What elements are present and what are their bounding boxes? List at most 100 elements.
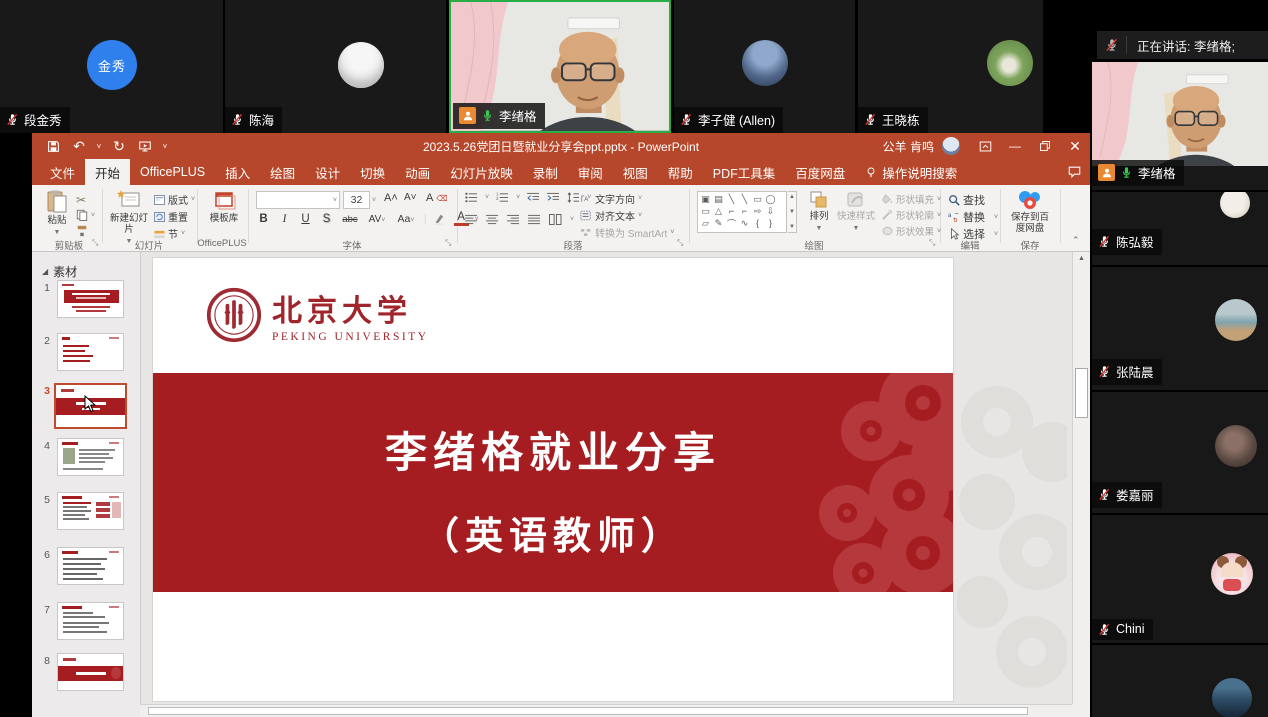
grow-font-button[interactable]: A˄ [384, 192, 398, 204]
italic-button[interactable]: I [277, 213, 292, 225]
video-tile[interactable]: 王晓栋 [858, 0, 1043, 133]
shape-fill-button[interactable]: 形状填充˅ [882, 192, 941, 206]
decrease-indent-button[interactable] [527, 192, 540, 203]
tell-me-search[interactable]: 操作说明搜索 [855, 159, 967, 185]
change-case-button[interactable]: Aa˅ [394, 213, 418, 225]
tab-home[interactable]: 开始 [85, 159, 130, 185]
comments-icon[interactable] [1067, 159, 1082, 185]
account-name[interactable]: 公羊 肯鸣 [883, 138, 934, 155]
shape-gallery[interactable]: ▣▤╲╲▭◯ ▭△⌐⌐⇨⇩ ▱✎⌒∿{} [697, 191, 787, 233]
scrollbar-thumb[interactable] [148, 707, 1028, 715]
video-tile-active-speaker[interactable]: 李绪格 [449, 0, 671, 133]
underline-button[interactable]: U [298, 213, 313, 225]
sidebar-video-tile[interactable]: Chini [1092, 515, 1268, 643]
align-text-button[interactable]: 对齐文本˅ [580, 208, 642, 223]
paste-button[interactable]: 粘贴 ▼ [40, 190, 74, 237]
save-to-baidu-button[interactable]: 保存到百度网盘 [1008, 189, 1052, 235]
font-size-input[interactable]: 32 [343, 191, 370, 209]
columns-button[interactable] [549, 214, 562, 225]
layout-button[interactable]: 版式˅ [154, 192, 195, 207]
save-icon[interactable] [42, 135, 64, 157]
bold-button[interactable]: B [256, 213, 271, 225]
paragraph-dialog-launcher[interactable]: ⤡ [677, 238, 683, 248]
vertical-scrollbar[interactable]: ▲ ▼ ▲▲ ▼▼ [1072, 252, 1090, 717]
close-icon[interactable]: ✕ [1060, 133, 1090, 159]
slide-canvas[interactable]: 北京大学 PEKING UNIVERSITY [140, 252, 1072, 717]
sidebar-video-tile[interactable]: 娄嘉丽 [1092, 392, 1268, 513]
slide-thumbnail-5[interactable] [57, 492, 124, 530]
convert-smartart-button[interactable]: 转换为 SmartArt˅ [580, 225, 674, 240]
tab-slideshow[interactable]: 幻灯片放映 [440, 159, 523, 185]
clipboard-dialog-launcher[interactable]: ⤡ [92, 238, 98, 248]
horizontal-scrollbar[interactable] [140, 704, 1072, 717]
sidebar-video-tile[interactable]: 张陆晨 [1092, 267, 1268, 390]
video-tile[interactable]: 李子健 (Allen) [674, 0, 855, 133]
tab-officeplus[interactable]: OfficePLUS [130, 159, 215, 185]
shrink-font-button[interactable]: A˅ [404, 192, 417, 203]
replace-button[interactable]: ab 替换˅ [948, 209, 998, 225]
copy-button[interactable]: ˅ [76, 209, 95, 221]
slide-thumbnail-4[interactable] [57, 438, 124, 476]
tab-baidu-netdisk[interactable]: 百度网盘 [785, 159, 855, 185]
template-library-button[interactable]: 模板库 [204, 190, 244, 225]
highlight-color-button[interactable] [433, 213, 448, 225]
shape-outline-button[interactable]: 形状轮廓˅ [882, 208, 941, 222]
collapse-ribbon-icon[interactable]: ⌃ [1072, 235, 1080, 246]
tab-design[interactable]: 设计 [305, 159, 350, 185]
tab-record[interactable]: 录制 [523, 159, 568, 185]
qat-customize-icon[interactable]: ˅ [160, 135, 170, 157]
section-header[interactable]: ◢ 素材 [42, 263, 77, 280]
font-name-input[interactable]: ˅ [256, 191, 340, 209]
character-spacing-button[interactable]: AV˅ [366, 214, 388, 225]
slide-thumbnail-8[interactable] [57, 653, 124, 691]
bullets-button[interactable] [465, 192, 478, 203]
line-spacing-button[interactable] [567, 192, 580, 203]
undo-icon[interactable]: ↶ [68, 135, 90, 157]
font-size-dropdown-icon[interactable]: ˅ [372, 197, 376, 204]
sidebar-video-tile[interactable]: 李绪格 [1092, 62, 1268, 190]
cut-button[interactable]: ✂ [76, 193, 86, 207]
drawing-dialog-launcher[interactable]: ⤡ [929, 238, 935, 248]
scroll-up-icon[interactable]: ▲ [1073, 255, 1090, 262]
find-button[interactable]: 查找 [948, 192, 985, 208]
reset-button[interactable]: 重置 [154, 209, 188, 224]
tab-pdf-tools[interactable]: PDF工具集 [703, 159, 786, 185]
shape-effects-button[interactable]: 形状效果˅ [882, 224, 941, 238]
slide-thumbnail-7[interactable] [57, 602, 124, 640]
align-right-button[interactable] [507, 214, 520, 225]
restore-icon[interactable] [1030, 133, 1060, 159]
tab-help[interactable]: 帮助 [658, 159, 703, 185]
align-center-button[interactable] [486, 214, 499, 225]
video-tile[interactable]: 陈海 [225, 0, 446, 133]
font-dialog-launcher[interactable]: ⤡ [445, 238, 451, 248]
justify-button[interactable] [528, 214, 541, 225]
video-tile[interactable]: 金秀 段金秀 [0, 0, 223, 133]
tab-animations[interactable]: 动画 [395, 159, 440, 185]
text-direction-button[interactable]: A 文字方向˅ [580, 191, 642, 206]
tab-view[interactable]: 视图 [613, 159, 658, 185]
account-avatar[interactable] [942, 137, 960, 155]
sidebar-video-tile[interactable] [1092, 645, 1268, 717]
strikethrough-button[interactable]: abc [340, 214, 360, 225]
tab-draw[interactable]: 绘图 [260, 159, 305, 185]
increase-indent-button[interactable] [547, 192, 560, 203]
tab-insert[interactable]: 插入 [215, 159, 260, 185]
format-painter-button[interactable] [76, 225, 88, 237]
redo-icon[interactable]: ↻ [108, 135, 130, 157]
slide-thumbnail-1[interactable] [57, 280, 124, 318]
minimize-icon[interactable]: — [1000, 133, 1030, 159]
ribbon-display-options-icon[interactable] [970, 133, 1000, 159]
current-slide[interactable]: 北京大学 PEKING UNIVERSITY [153, 258, 953, 701]
undo-dropdown-icon[interactable]: ˅ [94, 135, 104, 157]
align-left-button[interactable] [465, 214, 478, 225]
sidebar-video-tile[interactable]: 陈弘毅 [1092, 192, 1268, 265]
arrange-button[interactable]: 排列 ▼ [804, 190, 834, 233]
tab-transitions[interactable]: 切换 [350, 159, 395, 185]
text-shadow-button[interactable]: S [319, 213, 334, 225]
quick-styles-button[interactable]: 快速样式 ▼ [836, 190, 876, 233]
tab-file[interactable]: 文件 [40, 159, 85, 185]
scrollbar-thumb[interactable] [1075, 368, 1088, 418]
tab-review[interactable]: 审阅 [568, 159, 613, 185]
shape-gallery-scroll[interactable]: ▲▼▼ [788, 191, 797, 233]
slide-thumbnail-6[interactable] [57, 547, 124, 585]
